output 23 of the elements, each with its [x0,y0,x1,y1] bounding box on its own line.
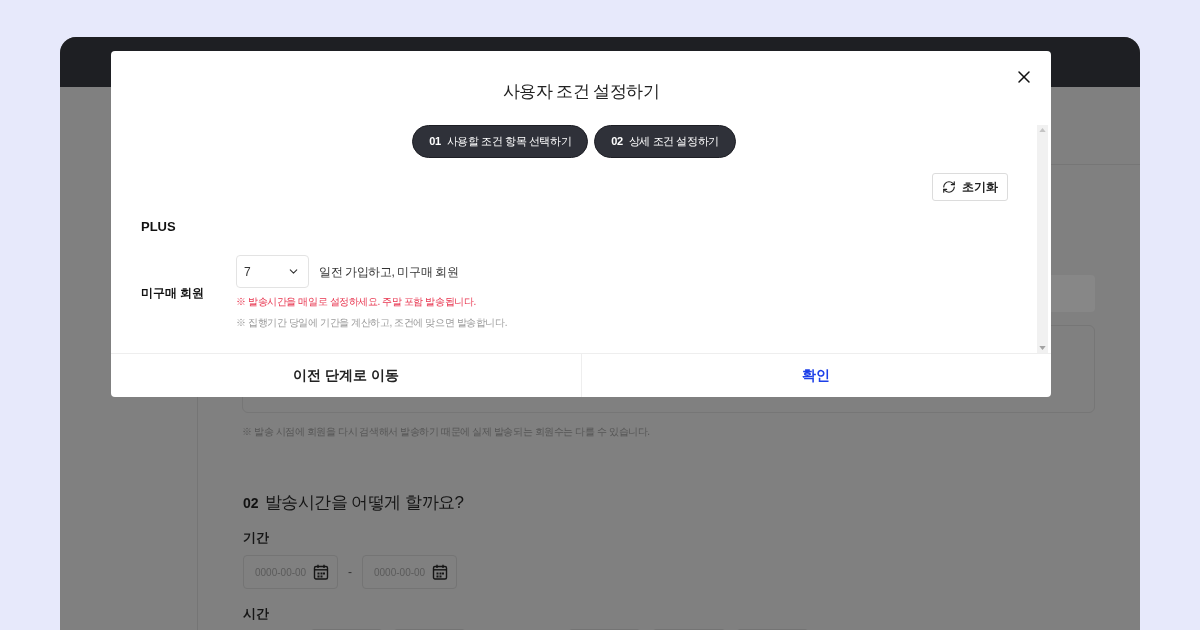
days-select[interactable]: 7 [236,255,309,288]
condition-label: 미구매 회원 [141,284,205,302]
scroll-down-icon [1039,346,1046,350]
period-label: 기간 [243,530,269,545]
group-title: PLUS [141,219,176,234]
refresh-icon [942,180,956,194]
warning-note: ※ 발송시간을 매일로 설정하세요. 주말 포함 발송됩니다. [236,295,476,309]
modal-title: 사용자 조건 설정하기 [502,81,660,103]
time-label: 시간 [243,606,269,621]
info-note: ※ 집행기간 당일에 기간을 계산하고, 조건에 맞으면 발송합니다. [236,316,507,330]
back-button[interactable]: 이전 단계로 이동 [111,354,581,397]
scrollbar[interactable] [1037,125,1048,353]
condition-text: 일전 가입하고, 미구매 회원 [319,263,459,281]
calendar-icon [313,564,329,580]
step-button[interactable]: 02 상세 조건 설정하기 [594,125,736,158]
date-separator: - [348,564,352,581]
step-button[interactable]: 01 사용할 조건 항목 선택하기 [412,125,589,158]
scroll-up-icon [1039,128,1046,132]
calendar-icon [432,564,448,580]
section-title: 발송시간을 어떻게 할까요? [264,492,464,514]
confirm-button[interactable]: 확인 [580,354,1051,397]
reset-button[interactable]: 초기화 [932,173,1008,201]
section-number: 02 [243,494,259,513]
